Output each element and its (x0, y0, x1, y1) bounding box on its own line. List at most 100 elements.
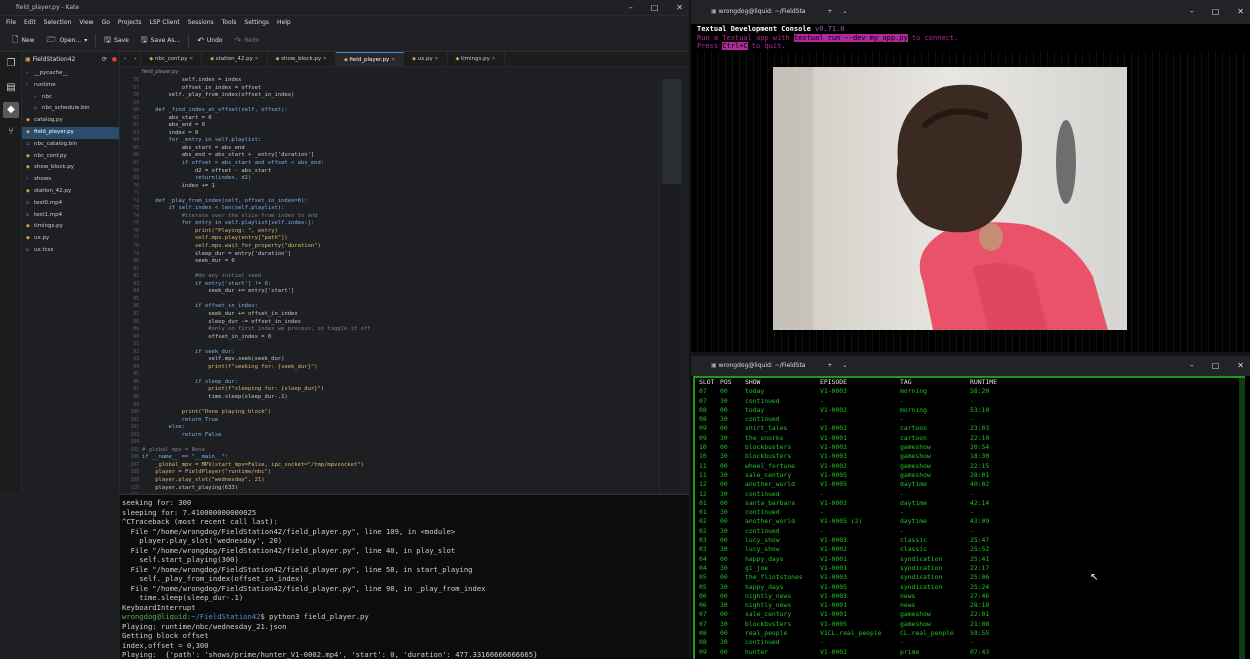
column-header-slot[interactable]: SLOT (695, 378, 720, 387)
git-icon[interactable]: ◆ (3, 102, 19, 118)
stop-icon[interactable]: ● (112, 52, 117, 68)
table-row[interactable]: 04 00 happy_days V1-0001 syndication 25:41 (695, 555, 1243, 564)
close-icon[interactable]: ✕ (253, 56, 258, 62)
menu-item-selection[interactable]: Selection (40, 16, 76, 30)
table-row[interactable]: 07 30 continued - - - (695, 397, 1243, 406)
minimize-icon[interactable]: – (1190, 0, 1194, 24)
file-tree-item[interactable]: ◆ station_42.py (22, 186, 119, 198)
new-tab-icon[interactable]: + (827, 362, 832, 369)
close-icon[interactable]: ✕ (188, 56, 193, 62)
maximize-icon[interactable]: □ (1212, 0, 1220, 24)
documents-icon[interactable]: ❐ (3, 56, 19, 72)
file-tree-item[interactable]: ▫ ux.tcss (22, 245, 119, 257)
file-tree-item[interactable]: ◆ ux.py (22, 233, 119, 245)
file-tree-item[interactable]: ◆ timings.py (22, 221, 119, 233)
branch-icon[interactable]: ⑂ (3, 124, 19, 140)
minimap-viewport[interactable] (662, 79, 682, 184)
table-row[interactable]: 12 30 continued - - - (695, 490, 1243, 499)
undo-button[interactable]: ↶ Undo (191, 36, 228, 45)
column-header-episode[interactable]: EPISODE (820, 378, 900, 387)
close-icon[interactable]: ✕ (1237, 0, 1244, 24)
file-tree-item[interactable]: ▫ nbc_catalog.bin (22, 139, 119, 151)
table-row[interactable]: 02 00 another_world V1-0005 (2) daytime 43:09 (695, 517, 1243, 526)
tab-field_player-py[interactable]: ◆ field_player.py ✕ (335, 51, 405, 67)
table-row[interactable]: 11 00 wheel_fortune V1-0002 gameshow 22:15 (695, 462, 1243, 471)
minimize-icon[interactable]: – (1190, 356, 1194, 376)
table-row[interactable]: 08 00 real_people V1CL.real_people CL.real_p… (695, 629, 1243, 638)
table-row[interactable]: 08 30 continued - - - (695, 415, 1243, 424)
close-icon[interactable]: ✕ (433, 56, 438, 62)
schedule-table[interactable]: SLOT POS SHOW EPISODE TAG RUNTIME 07 00 today V1… (693, 376, 1245, 659)
column-header-show[interactable]: SHOW (745, 378, 820, 387)
table-row[interactable]: 09 00 shirt_tales V1-0002 cartoon 23:03 (695, 424, 1243, 433)
file-tree-item[interactable]: ▫ test0.mp4 (22, 198, 119, 210)
menu-item-sessions[interactable]: Sessions (184, 16, 218, 30)
minimap[interactable] (659, 77, 685, 492)
table-row[interactable]: 07 00 sale_century V1-0001 gameshow 22:01 (695, 610, 1243, 619)
menu-item-file[interactable]: File (2, 16, 20, 30)
file-tree-item[interactable]: ◆ field_player.py (22, 126, 119, 139)
table-row[interactable]: 02 30 continued - - - (695, 527, 1243, 536)
column-header-pos[interactable]: POS (720, 378, 745, 387)
tab-forward-icon[interactable]: › (130, 51, 142, 67)
table-row[interactable]: 07 30 blockbusters V1-0005 gameshow 21:08 (695, 620, 1243, 629)
tab-timings-py[interactable]: ◆ timings.py ✕ (448, 51, 505, 67)
close-icon[interactable]: ✕ (389, 57, 395, 63)
table-row[interactable]: 11 30 sale_century V1-0005 gameshow 28:01 (695, 471, 1243, 480)
file-tree-item[interactable]: › __pycache__ (22, 68, 119, 80)
table-row[interactable]: 01 30 continued - - - (695, 508, 1243, 517)
table-row[interactable]: 06 00 nightly_news V1-0003 news 27:46 (695, 592, 1243, 601)
table-row[interactable]: 05 30 happy_days V1-0005 syndication 25:24 (695, 583, 1243, 592)
menu-item-settings[interactable]: Settings (240, 16, 273, 30)
tab-nbc_conf-py[interactable]: ◆ nbc_conf.py ✕ (141, 51, 203, 67)
menu-item-tools[interactable]: Tools (218, 16, 241, 30)
project-header[interactable]: ▣ FieldStation42 ⟳ ● (22, 52, 119, 68)
file-tree-item[interactable]: › shows (22, 174, 119, 186)
table-row[interactable]: 04 30 gi_joe V1-0001 syndication 22:17 (695, 564, 1243, 573)
tab-back-icon[interactable]: ‹ (120, 52, 130, 67)
table-scrollbar[interactable] (1239, 378, 1245, 659)
new-tab-icon[interactable]: + (827, 8, 832, 15)
file-tree-item[interactable]: ◆ nbc_conf.py (22, 151, 119, 163)
table-row[interactable]: 09 00 hunter V1-0002 prime 07:43 (695, 648, 1243, 657)
column-header-runtime[interactable]: RUNTIME (970, 378, 1030, 387)
file-tree-item[interactable]: ◆ catalog.py (22, 115, 119, 127)
chevron-down-icon[interactable]: ⌄ (842, 362, 847, 369)
projects-icon[interactable]: ▤ (3, 80, 19, 96)
file-tree-item[interactable]: ▫ test1.mp4 (22, 210, 119, 222)
tab-station_42-py[interactable]: ◆ station_42.py ✕ (202, 51, 268, 67)
table-row[interactable]: 09 30 the_snorks V1-0001 cartoon 22:10 (695, 434, 1243, 443)
redo-button[interactable]: ↷ Redo (229, 36, 266, 45)
tab-show_block-py[interactable]: ◆ show_block.py ✕ (268, 51, 336, 67)
code-editor[interactable]: self.index = index offset_in_index = off… (142, 77, 657, 492)
table-row[interactable]: 03 30 lucy_show V1-0002 classic 25:52 (695, 545, 1243, 554)
table-row[interactable]: 10 00 blockbusters V1-0002 gameshow 20:54 (695, 443, 1243, 452)
close-icon[interactable]: ✕ (676, 0, 683, 16)
terminal-panel[interactable]: seeking for: 300 sleeping for: 7.41000000… (120, 494, 689, 659)
menu-item-lsp-client[interactable]: LSP Client (146, 16, 184, 30)
table-row[interactable]: 10 30 blockbusters V1-0003 gameshow 18:30 (695, 452, 1243, 461)
close-icon[interactable]: ✕ (490, 56, 495, 62)
minimize-icon[interactable]: – (629, 0, 633, 16)
table-row[interactable]: 07 00 today V1-0003 morning 58:20 (695, 387, 1243, 396)
close-icon[interactable]: ✕ (321, 56, 327, 62)
save-as-button[interactable]: 🖫 Save As... (135, 34, 186, 48)
table-row[interactable]: 06 30 nightly_news V1-0001 news 28:18 (695, 601, 1243, 610)
menu-item-view[interactable]: View (75, 16, 97, 30)
save-button[interactable]: 🖫 Save (98, 34, 135, 48)
menu-item-projects[interactable]: Projects (114, 16, 146, 30)
tab-ux-py[interactable]: ◆ ux.py ✕ (404, 51, 448, 67)
table-row[interactable]: 01 00 santa_barbara V1-0002 daytime 42:14 (695, 499, 1243, 508)
table-row[interactable]: 03 00 lucy_show V1-0003 classic 25:47 (695, 536, 1243, 545)
column-header-tag[interactable]: TAG (900, 378, 970, 387)
open-button[interactable]: 🗁 Open... ▾ (41, 34, 94, 48)
menu-item-edit[interactable]: Edit (20, 16, 40, 30)
table-row[interactable]: 08 30 continued - - - (695, 638, 1243, 647)
table-row[interactable]: 12 00 another_world V1-0005 daytime 40:02 (695, 480, 1243, 489)
table-row[interactable]: 05 00 the_flintstones V1-0003 syndication 25:… (695, 573, 1243, 582)
file-tree-item[interactable]: › nbc (22, 92, 119, 104)
maximize-icon[interactable]: □ (651, 0, 659, 16)
new-button[interactable]: 🗋 New (6, 34, 41, 48)
close-icon[interactable]: ✕ (1237, 356, 1244, 376)
refresh-icon[interactable]: ⟳ (102, 52, 107, 68)
